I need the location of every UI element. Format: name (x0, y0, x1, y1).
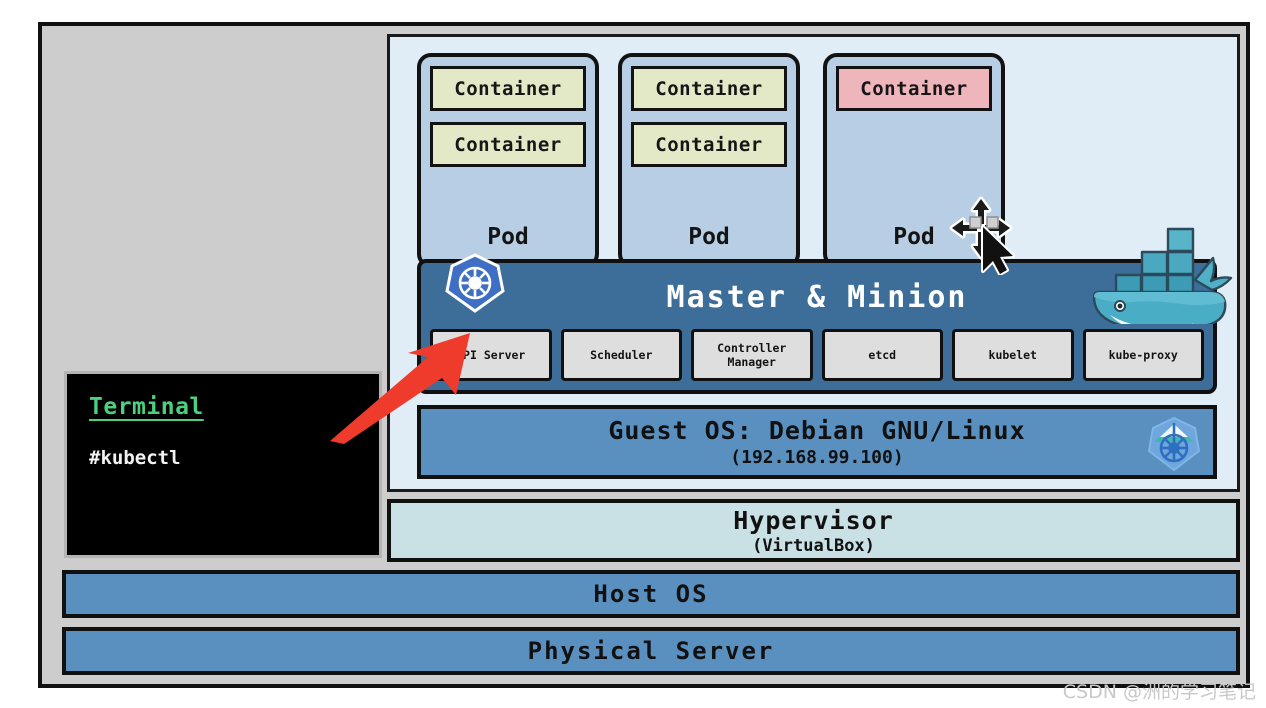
container-box[interactable]: Container (430, 122, 586, 167)
red-arrow-icon (330, 333, 470, 444)
guest-os-bar: Guest OS: Debian GNU/Linux (192.168.99.1… (417, 405, 1217, 479)
docker-whale-icon (1092, 227, 1233, 324)
component-kube-proxy[interactable]: kube-proxy (1082, 329, 1204, 381)
hypervisor-title: Hypervisor (733, 505, 894, 535)
diagram-frame: Container Container Pod Container Contai… (38, 22, 1250, 688)
move-cursor-icon (949, 196, 1015, 275)
hypervisor-subtitle: (VirtualBox) (752, 535, 875, 556)
component-scheduler[interactable]: Scheduler (560, 329, 682, 381)
master-components-row: API Server Scheduler Controller Manager … (430, 329, 1204, 381)
hypervisor-bar: Hypervisor (VirtualBox) (387, 499, 1240, 562)
component-etcd[interactable]: etcd (821, 329, 943, 381)
minikube-icon (1147, 416, 1201, 472)
host-os-bar: Host OS (62, 570, 1240, 618)
pods-row: Container Container Pod Container Contai… (417, 53, 1233, 324)
container-box-alert[interactable]: Container (836, 66, 992, 111)
component-kubelet[interactable]: kubelet (952, 329, 1074, 381)
pod-label: Pod (487, 224, 529, 250)
watermark: CSDN @洲的学习笔记 (1062, 681, 1256, 703)
container-box[interactable]: Container (430, 66, 586, 111)
component-controller-manager[interactable]: Controller Manager (691, 329, 813, 381)
container-box[interactable]: Container (631, 66, 787, 111)
guest-os-title: Guest OS: Debian GNU/Linux (608, 416, 1026, 445)
guest-os-ip: (192.168.99.100) (730, 447, 904, 468)
container-box[interactable]: Container (631, 122, 787, 167)
pod-1[interactable]: Container Container Pod (417, 53, 599, 268)
physical-server-bar: Physical Server (62, 627, 1240, 675)
virtual-machine-panel: Container Container Pod Container Contai… (387, 34, 1240, 492)
pod-label: Pod (688, 224, 730, 250)
terminal-command: #kubectl (89, 447, 181, 469)
pod-2[interactable]: Container Container Pod (618, 53, 800, 268)
terminal-title: Terminal (89, 394, 204, 420)
